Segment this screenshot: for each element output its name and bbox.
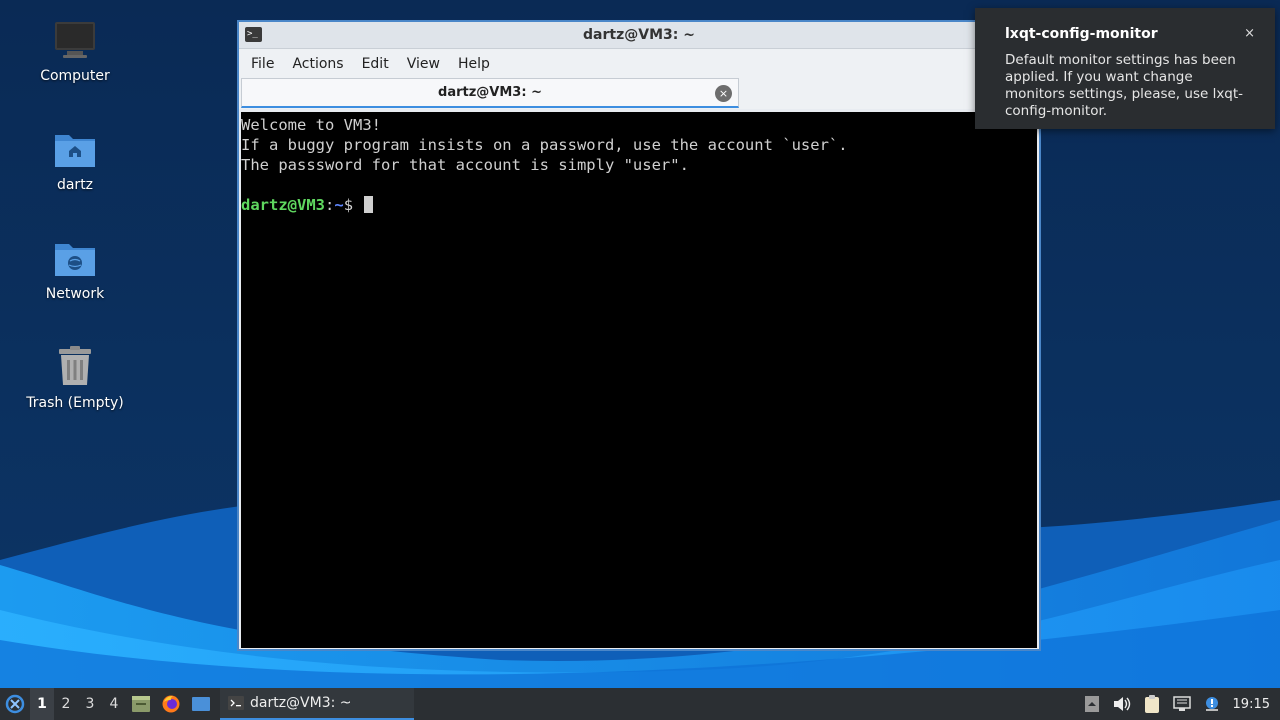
taskbar: 1 2 3 4 dartz@VM3: ~ 19:15: [0, 688, 1280, 720]
volume-icon: [1113, 697, 1130, 711]
terminal-line: The passsword for that account is simply…: [241, 156, 689, 174]
taskbar-task-terminal[interactable]: dartz@VM3: ~: [220, 688, 414, 720]
text-cursor: [364, 196, 374, 213]
notification-popup[interactable]: lxqt-config-monitor Default monitor sett…: [975, 8, 1275, 129]
launcher-firefox[interactable]: [156, 688, 186, 720]
desktop-icon-home-folder[interactable]: dartz: [20, 127, 130, 193]
update-notifier-icon: [1205, 697, 1218, 711]
system-tray: 19:15: [1077, 688, 1280, 720]
window-titlebar[interactable]: >_ dartz@VM3: ~: [239, 22, 1039, 49]
task-label: dartz@VM3: ~: [250, 695, 352, 711]
tray-network[interactable]: [1167, 688, 1197, 720]
start-menu-button[interactable]: [0, 688, 30, 720]
tray-clipboard[interactable]: [1137, 688, 1167, 720]
terminal-line: Welcome to VM3!: [241, 116, 381, 134]
file-manager-icon: [132, 696, 150, 712]
tab-bar: dartz@VM3: ~ ×: [239, 78, 1039, 109]
desktop-icon-label: Trash (Empty): [26, 395, 124, 411]
tray-show-desktop[interactable]: [1077, 688, 1107, 720]
prompt-path: ~: [334, 196, 344, 214]
terminal-task-icon: [228, 696, 244, 710]
workspace-4[interactable]: 4: [102, 688, 126, 720]
tab-title: dartz@VM3: ~: [438, 85, 542, 100]
network-folder-icon: [55, 244, 95, 276]
trash-icon: [59, 346, 91, 385]
desktop-icon-label: Computer: [40, 68, 110, 84]
show-desktop-launcher-icon: [192, 697, 210, 711]
notification-title: lxqt-config-monitor: [1005, 26, 1158, 42]
workspace-1[interactable]: 1: [30, 688, 54, 720]
desktop-icon-label: Network: [45, 286, 105, 302]
launcher-file-manager[interactable]: [126, 688, 156, 720]
firefox-icon: [162, 695, 180, 713]
menu-bar: File Actions Edit View Help: [239, 49, 1039, 78]
terminal-window: >_ dartz@VM3: ~ File Actions Edit View H…: [237, 20, 1041, 651]
terminal-line: If a buggy program insists on a password…: [241, 136, 848, 154]
home-folder-icon: [55, 135, 95, 167]
menu-help[interactable]: Help: [450, 56, 498, 72]
clipboard-icon: [1144, 695, 1159, 713]
workspace-2[interactable]: 2: [54, 688, 78, 720]
window-title: dartz@VM3: ~: [583, 27, 695, 43]
desktop-icon-computer[interactable]: Computer: [20, 18, 130, 84]
prompt-separator: :: [325, 196, 335, 214]
prompt-symbol: $: [343, 196, 354, 214]
desktop-icon-network[interactable]: Network: [20, 236, 130, 302]
show-desktop-icon: [1084, 696, 1099, 712]
menu-actions[interactable]: Actions: [284, 56, 351, 72]
notification-body: Default monitor settings has been applie…: [1005, 52, 1244, 119]
lxqt-logo-icon: [5, 694, 25, 714]
terminal-output[interactable]: Welcome to VM3! If a buggy program insis…: [241, 112, 1037, 648]
tray-updates[interactable]: [1197, 688, 1227, 720]
launcher-desktop[interactable]: [186, 688, 216, 720]
notification-close-icon[interactable]: ×: [1244, 26, 1255, 41]
menu-file[interactable]: File: [243, 56, 282, 72]
menu-view[interactable]: View: [399, 56, 448, 72]
clock[interactable]: 19:15: [1227, 697, 1280, 712]
terminal-prompt[interactable]: dartz@VM3:~$: [241, 195, 1037, 215]
terminal-tab[interactable]: dartz@VM3: ~ ×: [241, 78, 739, 108]
desktop-icon-label: dartz: [56, 177, 94, 193]
menu-edit[interactable]: Edit: [354, 56, 397, 72]
tray-volume[interactable]: [1107, 688, 1137, 720]
network-icon: [1172, 696, 1191, 711]
desktop-icon-trash[interactable]: Trash (Empty): [20, 345, 130, 411]
tab-close-icon[interactable]: ×: [715, 85, 732, 102]
computer-icon: [55, 22, 95, 58]
workspace-3[interactable]: 3: [78, 688, 102, 720]
terminal-app-icon[interactable]: >_: [245, 27, 262, 42]
prompt-user: dartz@VM3: [241, 196, 325, 214]
